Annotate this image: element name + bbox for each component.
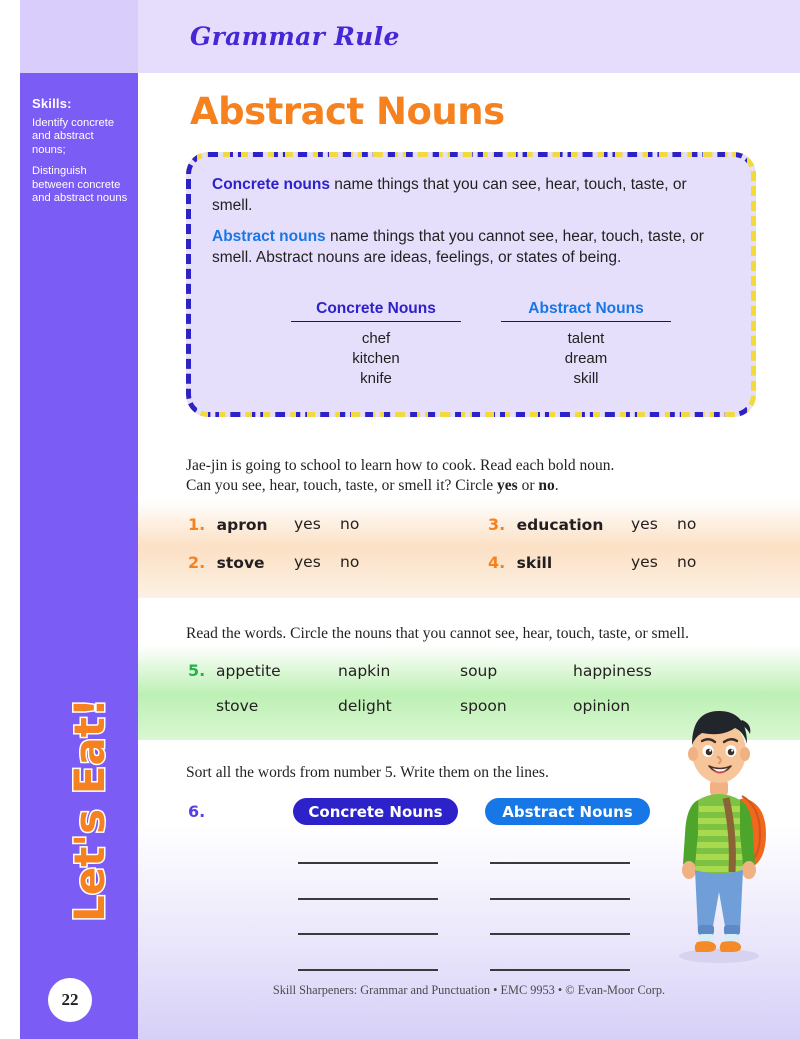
- answer-line-abstract-4[interactable]: [490, 969, 630, 971]
- word-option[interactable]: appetite: [216, 662, 281, 680]
- exercise-1-item-3: 3. education yes no: [488, 515, 696, 535]
- skills-heading: Skills:: [32, 96, 72, 111]
- answer-line-abstract-2[interactable]: [490, 898, 630, 900]
- item-number: 4.: [488, 553, 506, 572]
- exercise-1-item-2: 2. stove yes no: [188, 553, 359, 573]
- option-yes[interactable]: yes: [294, 553, 321, 571]
- item-word: apron: [216, 516, 268, 534]
- noun-table-header-abstract: Abstract Nouns: [528, 300, 644, 317]
- exercise-1-instruction-line-1: Jae-jin is going to school to learn how …: [186, 457, 615, 474]
- noun-table-col-concrete-items: chef kitchen knife: [282, 329, 470, 389]
- skills-item-1: Distinguish between concrete and abstrac…: [32, 165, 128, 205]
- exercise-2-number: 5.: [188, 661, 205, 681]
- noun-item: skill: [573, 370, 599, 387]
- exercise-2-instruction: Read the words. Circle the nouns that yo…: [186, 625, 689, 642]
- word-option[interactable]: napkin: [338, 662, 390, 680]
- item-number: 1.: [188, 515, 206, 534]
- noun-table-header-concrete: Concrete Nouns: [316, 300, 436, 317]
- item-number: 3.: [488, 515, 506, 534]
- worksheet-page: Skills: Identify concrete and abstract n…: [0, 0, 800, 1039]
- option-yes[interactable]: yes: [631, 553, 658, 571]
- word-option[interactable]: soup: [460, 662, 497, 680]
- noun-item: talent: [567, 330, 605, 347]
- answer-line-concrete-4[interactable]: [298, 969, 438, 971]
- option-no[interactable]: no: [340, 553, 359, 571]
- rule-paragraph-2: Abstract nouns name things that you cann…: [212, 226, 730, 268]
- word-option[interactable]: delight: [338, 697, 392, 715]
- answer-line-concrete-3[interactable]: [298, 933, 438, 935]
- noun-item: dream: [564, 350, 608, 367]
- column-label-abstract: Abstract Nouns: [485, 798, 650, 825]
- exercise-1-instruction-line-2: Can you see, hear, touch, taste, or smel…: [186, 476, 766, 496]
- item-number: 6.: [188, 802, 206, 821]
- answer-line-abstract-3[interactable]: [490, 933, 630, 935]
- word-option[interactable]: spoon: [460, 697, 507, 715]
- noun-table-col-concrete-head: Concrete Nouns: [282, 300, 470, 329]
- rule-paragraph-1: Concrete nouns name things that you can …: [212, 174, 730, 216]
- noun-table-col-abstract-items: talent dream skill: [492, 329, 680, 389]
- grammar-rule-box: Concrete nouns name things that you can …: [186, 152, 756, 417]
- page-title: Abstract Nouns: [190, 90, 505, 133]
- instr-no-word: no: [538, 476, 555, 494]
- instr-2-pre: Can you see, hear, touch, taste, or smel…: [186, 476, 498, 494]
- content-column: Grammar Rule Abstract Nouns Concrete nou…: [138, 0, 800, 1039]
- option-no[interactable]: no: [340, 515, 359, 533]
- skills-item-0: Identify concrete and abstract nouns;: [32, 117, 115, 156]
- skills-block: Skills: Identify concrete and abstract n…: [32, 96, 130, 205]
- lets-eat-banner: Let's Eat!: [59, 695, 119, 925]
- option-no[interactable]: no: [677, 515, 696, 533]
- example-noun-table: Concrete Nouns Abstract Nouns chef kitch…: [282, 300, 702, 389]
- word-option[interactable]: stove: [216, 697, 258, 715]
- skills-spacer: [32, 157, 130, 165]
- ribbon-title: Grammar Rule: [190, 22, 400, 51]
- noun-item: chef: [361, 330, 391, 347]
- page-sheet: Skills: Identify concrete and abstract n…: [20, 0, 800, 1039]
- item-number: 2.: [188, 553, 206, 572]
- word-option[interactable]: opinion: [573, 697, 630, 715]
- word-option[interactable]: happiness: [573, 662, 652, 680]
- item-word: stove: [216, 554, 265, 572]
- instr-2-mid: or: [517, 476, 539, 494]
- noun-table-col-abstract-head: Abstract Nouns: [492, 300, 680, 329]
- exercise-1-item-1: 1. apron yes no: [188, 515, 359, 535]
- option-yes[interactable]: yes: [631, 515, 658, 533]
- exercise-1-instruction: Jae-jin is going to school to learn how …: [186, 456, 766, 495]
- answer-line-abstract-1[interactable]: [490, 862, 630, 864]
- sidebar-top-band: [20, 0, 138, 73]
- lets-eat-label: Let's Eat!: [63, 696, 115, 923]
- column-label-concrete: Concrete Nouns: [293, 798, 458, 825]
- instr-yes-word: yes: [497, 476, 518, 494]
- noun-item: kitchen: [352, 350, 400, 367]
- noun-item: knife: [360, 370, 392, 387]
- option-yes[interactable]: yes: [294, 515, 321, 533]
- item-number: 5.: [188, 661, 206, 680]
- instr-2-end: .: [554, 476, 559, 494]
- student-boy-illustration: [679, 711, 766, 963]
- noun-table-headers: Concrete Nouns Abstract Nouns: [282, 300, 702, 329]
- page-number-badge: 22: [48, 978, 92, 1022]
- noun-table-underline-abstract: [501, 321, 671, 322]
- noun-table-body: chef kitchen knife talent dream skill: [282, 329, 702, 389]
- left-sidebar: Skills: Identify concrete and abstract n…: [20, 0, 138, 1039]
- page-footer: Skill Sharpeners: Grammar and Punctuatio…: [272, 983, 666, 997]
- option-no[interactable]: no: [677, 553, 696, 571]
- exercise-1-item-4: 4. skill yes no: [488, 553, 696, 573]
- answer-line-concrete-2[interactable]: [298, 898, 438, 900]
- item-word: education: [516, 516, 604, 534]
- item-word: skill: [516, 554, 553, 572]
- answer-line-concrete-1[interactable]: [298, 862, 438, 864]
- concrete-nouns-term: Concrete nouns: [212, 176, 330, 193]
- exercise-3-number: 6.: [188, 802, 205, 822]
- abstract-nouns-term: Abstract nouns: [212, 228, 326, 245]
- noun-table-underline-concrete: [291, 321, 461, 322]
